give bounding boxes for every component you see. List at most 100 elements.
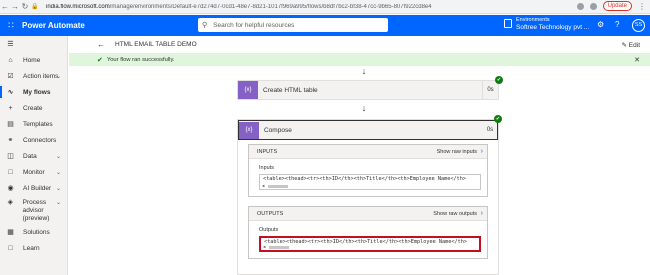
action-duration: 0s — [486, 126, 494, 133]
data-operation-icon: {x} — [239, 121, 259, 139]
sidebar-item-label: My flows — [23, 88, 51, 96]
main-content: ← HTML EMAIL TABLE DEMO ✎ Edit ✔ Your fl… — [69, 36, 650, 275]
environment-icon — [504, 19, 512, 28]
profile-icon[interactable] — [589, 2, 597, 10]
extension-icon[interactable] — [576, 2, 584, 10]
sidebar-item-solutions[interactable]: ▦ Solutions — [0, 224, 67, 240]
sidebar-item-templates[interactable]: ▤ Templates — [0, 116, 67, 132]
url-host: india.flow.microsoft.com — [46, 3, 110, 10]
flow-name: HTML EMAIL TABLE DEMO — [115, 41, 197, 48]
horizontal-scrollbar[interactable] — [268, 185, 288, 188]
sidebar-menu-toggle[interactable]: ☰ — [0, 36, 67, 52]
success-check-icon: ✔ — [97, 57, 103, 64]
show-raw-inputs-link[interactable]: Show raw inputs — [437, 149, 477, 155]
sidebar-item-label: Learn — [23, 244, 40, 252]
inputs-value-box[interactable]: <table><thead><tr><th>ID</th><th>Title</… — [259, 174, 481, 190]
data-operation-icon: {x} — [238, 81, 258, 99]
chevron-down-icon: ⌄ — [55, 153, 61, 160]
success-check-icon: ✔ — [494, 115, 502, 123]
data-icon: ◫ — [7, 153, 14, 160]
sidebar-item-home[interactable]: ⌂ Home — [0, 52, 67, 68]
edit-button[interactable]: ✎ Edit — [622, 41, 640, 49]
process-icon: ◈ — [7, 199, 14, 206]
browser-address-bar: ← → ↻ 🔒 india.flow.microsoft.com/manage/… — [0, 0, 650, 14]
url-path: /manage/environments/Default-e7d274d7-0c… — [109, 3, 432, 10]
action-duration: 0s — [482, 81, 498, 99]
compose-action-card: {x} Compose 0s ✔ INPUTS Show raw inputs … — [237, 115, 502, 275]
search-placeholder: Search for helpful resources — [213, 21, 295, 29]
search-icon: ⚲ — [202, 22, 208, 29]
sidebar-item-label: AI Builder — [23, 184, 52, 192]
solutions-icon: ▦ — [7, 229, 14, 236]
flow-icon: ∿ — [7, 89, 14, 96]
sidebar-item-label: Data — [23, 152, 37, 160]
flow-canvas: ↓ {x} Create HTML table 0s ✔ ↓ {x} Compo… — [69, 66, 650, 275]
success-banner: ✔ Your flow ran successfully. ✕ — [69, 54, 650, 66]
avatar[interactable]: SS — [632, 19, 645, 32]
sidebar-item-label: Connectors — [23, 136, 57, 144]
environment-name: Softree Technology pvt ... — [516, 24, 590, 31]
edit-label: Edit — [628, 41, 640, 49]
outputs-field-label: Outputs — [259, 227, 279, 233]
sidebar-item-label: Process advisor — [22, 199, 47, 214]
back-arrow-icon[interactable]: ← — [0, 2, 10, 11]
lock-icon: 🔒 — [31, 4, 39, 10]
scroll-left-icon[interactable]: ◀ — [263, 243, 265, 250]
app-launcher-icon[interactable]: ∷ — [4, 20, 18, 31]
show-raw-outputs-link[interactable]: Show raw outputs — [433, 211, 477, 217]
help-icon[interactable]: ? — [615, 20, 619, 29]
compose-action[interactable]: {x} Compose 0s ✔ — [238, 115, 502, 140]
sidebar-item-label: Monitor — [23, 168, 45, 176]
sidebar-item-data[interactable]: ◫ Data ⌄ — [0, 148, 67, 164]
chevron-right-icon[interactable]: › — [481, 210, 483, 217]
learn-icon: □ — [8, 244, 13, 252]
url-field[interactable]: india.flow.microsoft.com/manage/environm… — [46, 4, 476, 10]
sidebar-item-ai-builder[interactable]: ◉ AI Builder ⌄ — [0, 180, 67, 196]
sidebar-item-create[interactable]: + Create — [0, 100, 67, 116]
chevron-down-icon: ⌄ — [55, 169, 61, 176]
sidebar-item-label: Solutions — [23, 228, 50, 236]
inputs-value: <table><thead><tr><th>ID</th><th>Title</… — [263, 176, 467, 182]
sidebar: ☰ ⌂ Home ☑ Action items ⌄ ∿ My flows + C… — [0, 36, 68, 275]
home-icon: ⌂ — [8, 56, 13, 64]
sidebar-item-process-advisor[interactable]: ◈ Process advisor (preview) ⌄ — [0, 196, 67, 222]
sidebar-item-label: Home — [23, 56, 41, 64]
search-box[interactable]: ⚲ Search for helpful resources — [198, 18, 388, 32]
outputs-panel-header: OUTPUTS Show raw outputs › — [249, 207, 487, 221]
gear-icon[interactable]: ⚙ — [597, 20, 604, 29]
plus-icon: + — [8, 104, 13, 112]
sidebar-item-label: Action items — [23, 72, 59, 80]
chevron-right-icon[interactable]: › — [481, 148, 483, 155]
environment-label: Environments — [516, 17, 550, 23]
sidebar-item-label: Templates — [23, 120, 53, 128]
inputs-field-label: Inputs — [259, 165, 274, 171]
back-arrow-icon[interactable]: ← — [97, 40, 105, 49]
forward-arrow-icon[interactable]: → — [10, 2, 20, 11]
create-html-table-action[interactable]: {x} Create HTML table 0s ✔ — [237, 76, 503, 100]
panel-title: OUTPUTS — [257, 210, 284, 217]
action-title: Compose — [264, 126, 292, 134]
environment-picker[interactable]: Environments Softree Technology pvt ... — [516, 17, 589, 31]
sidebar-item-connectors[interactable]: ⚭ Connectors — [0, 132, 67, 148]
outputs-value-box[interactable]: <table><thead><tr><th>ID</th><th>Title</… — [259, 236, 481, 252]
outputs-value: <table><thead><tr><th>ID</th><th>Title</… — [264, 239, 468, 245]
sidebar-item-learn[interactable]: □ Learn — [0, 240, 67, 256]
horizontal-scrollbar[interactable] — [269, 246, 289, 249]
sidebar-item-my-flows[interactable]: ∿ My flows — [0, 84, 67, 100]
scroll-left-icon[interactable]: ◀ — [262, 182, 264, 189]
ai-icon: ◉ — [7, 185, 14, 192]
reload-icon[interactable]: ↻ — [20, 2, 30, 11]
close-icon[interactable]: ✕ — [634, 56, 640, 64]
browser-menu-icon[interactable]: ⋮ — [638, 2, 646, 11]
app-title[interactable]: Power Automate — [22, 21, 85, 30]
sidebar-item-sublabel: (preview) — [22, 215, 50, 222]
panel-title: INPUTS — [257, 148, 278, 155]
inputs-panel: INPUTS Show raw inputs › Inputs <table><… — [248, 144, 488, 197]
sidebar-item-monitor[interactable]: □ Monitor ⌄ — [0, 164, 67, 180]
inputs-panel-header: INPUTS Show raw inputs › — [249, 145, 487, 159]
chevron-down-icon: ⌄ — [55, 73, 61, 80]
command-bar: ← HTML EMAIL TABLE DEMO ✎ Edit — [69, 36, 650, 54]
sidebar-item-action-items[interactable]: ☑ Action items ⌄ — [0, 68, 67, 84]
update-button[interactable]: Update — [602, 1, 632, 11]
success-check-icon: ✔ — [495, 76, 503, 84]
